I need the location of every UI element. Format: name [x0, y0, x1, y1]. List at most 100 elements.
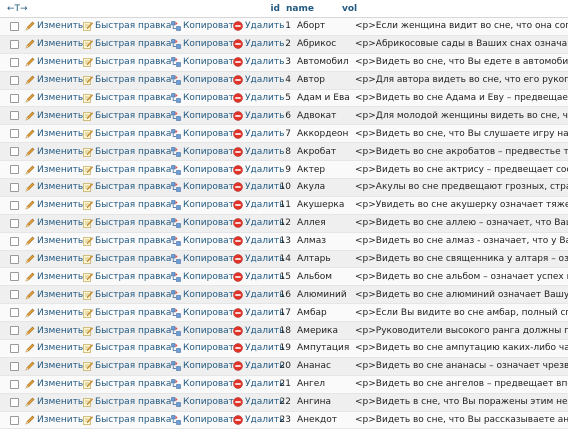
column-header-name[interactable]: name: [284, 4, 336, 14]
row-checkbox[interactable]: [10, 129, 19, 139]
cell-vol[interactable]: <p>Видеть во сне Адама и Еву – предвещае…: [349, 93, 568, 103]
copy-link[interactable]: Копировать: [171, 343, 239, 353]
cell-vol[interactable]: <p>Видеть во сне альбом – означает успех…: [349, 272, 568, 282]
row-checkbox[interactable]: [10, 343, 19, 353]
row-checkbox[interactable]: [10, 397, 19, 407]
delete-link[interactable]: Удалить: [233, 165, 284, 175]
edit-link[interactable]: Изменить: [25, 343, 83, 353]
quick-edit-link[interactable]: Быстрая правка: [83, 236, 171, 246]
delete-link[interactable]: Удалить: [233, 93, 284, 103]
row-checkbox[interactable]: [10, 272, 19, 282]
edit-link[interactable]: Изменить: [25, 147, 83, 157]
quick-edit-link[interactable]: Быстрая правка: [83, 147, 171, 157]
delete-link[interactable]: Удалить: [233, 272, 284, 282]
cell-name[interactable]: Аллея: [295, 218, 349, 228]
cell-vol[interactable]: <p>Видеть во сне акробатов – предвестье …: [349, 147, 568, 157]
edit-link[interactable]: Изменить: [25, 21, 83, 31]
cell-vol[interactable]: <p>Видеть во сне алмаз - означает, что у…: [349, 236, 568, 246]
cell-vol[interactable]: <p>Видеть во сне священника у алтаря – о…: [349, 254, 568, 264]
cell-name[interactable]: Абрикос: [295, 39, 349, 49]
cell-vol[interactable]: <p>Для автора видеть во сне, что его рук…: [349, 75, 568, 85]
quick-edit-link[interactable]: Быстрая правка: [83, 326, 171, 336]
delete-link[interactable]: Удалить: [233, 379, 284, 389]
copy-link[interactable]: Копировать: [171, 236, 239, 246]
cell-name[interactable]: Адам и Ева: [295, 93, 349, 103]
cell-vol[interactable]: <p>Руководители высокого ранга должны по…: [349, 326, 568, 336]
edit-link[interactable]: Изменить: [25, 326, 83, 336]
cell-vol[interactable]: <p>Видеть во сне ананасы – означает чрез…: [349, 361, 568, 371]
cell-name[interactable]: Амбар: [295, 308, 349, 318]
quick-edit-link[interactable]: Быстрая правка: [83, 200, 171, 210]
copy-link[interactable]: Копировать: [171, 379, 239, 389]
quick-edit-link[interactable]: Быстрая правка: [83, 379, 171, 389]
cell-name[interactable]: Адвокат: [295, 111, 349, 121]
delete-link[interactable]: Удалить: [233, 361, 284, 371]
quick-edit-link[interactable]: Быстрая правка: [83, 182, 171, 192]
copy-link[interactable]: Копировать: [171, 290, 239, 300]
cell-name[interactable]: Аборт: [295, 21, 349, 31]
edit-link[interactable]: Изменить: [25, 129, 83, 139]
delete-link[interactable]: Удалить: [233, 415, 284, 425]
delete-link[interactable]: Удалить: [233, 111, 284, 121]
copy-link[interactable]: Копировать: [171, 254, 239, 264]
cell-name[interactable]: Актер: [295, 165, 349, 175]
cell-vol[interactable]: <p>Видеть в сне, что Вы поражены этим не…: [349, 397, 568, 407]
row-checkbox[interactable]: [10, 200, 19, 210]
column-header-vol[interactable]: vol: [336, 4, 568, 14]
cell-name[interactable]: Америка: [295, 326, 349, 336]
delete-link[interactable]: Удалить: [233, 236, 284, 246]
copy-link[interactable]: Копировать: [171, 272, 239, 282]
edit-link[interactable]: Изменить: [25, 218, 83, 228]
edit-link[interactable]: Изменить: [25, 182, 83, 192]
quick-edit-link[interactable]: Быстрая правка: [83, 308, 171, 318]
cell-vol[interactable]: <p>Если женщина видит во сне, что она со…: [349, 21, 568, 31]
row-checkbox[interactable]: [10, 39, 19, 49]
delete-link[interactable]: Удалить: [233, 397, 284, 407]
edit-link[interactable]: Изменить: [25, 361, 83, 371]
copy-link[interactable]: Копировать: [171, 39, 239, 49]
delete-link[interactable]: Удалить: [233, 182, 284, 192]
copy-link[interactable]: Копировать: [171, 57, 239, 67]
cell-vol[interactable]: <p>Видеть во сне актрису – предвещает со…: [349, 165, 568, 175]
column-resize-arrows[interactable]: ←T→: [0, 4, 266, 14]
edit-link[interactable]: Изменить: [25, 57, 83, 67]
delete-link[interactable]: Удалить: [233, 290, 284, 300]
cell-name[interactable]: Алмаз: [295, 236, 349, 246]
row-checkbox[interactable]: [10, 236, 19, 246]
copy-link[interactable]: Копировать: [171, 218, 239, 228]
edit-link[interactable]: Изменить: [25, 236, 83, 246]
edit-link[interactable]: Изменить: [25, 93, 83, 103]
copy-link[interactable]: Копировать: [171, 147, 239, 157]
quick-edit-link[interactable]: Быстрая правка: [83, 397, 171, 407]
row-checkbox[interactable]: [10, 111, 19, 121]
cell-vol[interactable]: <p>Акулы во сне предвещают грозных, стра…: [349, 182, 568, 192]
quick-edit-link[interactable]: Быстрая правка: [83, 129, 171, 139]
cell-name[interactable]: Анекдот: [295, 415, 349, 425]
cell-vol[interactable]: <p>Видеть во сне, что Вы рассказываете а…: [349, 415, 568, 425]
copy-link[interactable]: Копировать: [171, 111, 239, 121]
quick-edit-link[interactable]: Быстрая правка: [83, 111, 171, 121]
delete-link[interactable]: Удалить: [233, 200, 284, 210]
edit-link[interactable]: Изменить: [25, 379, 83, 389]
quick-edit-link[interactable]: Быстрая правка: [83, 254, 171, 264]
edit-link[interactable]: Изменить: [25, 290, 83, 300]
delete-link[interactable]: Удалить: [233, 308, 284, 318]
cell-vol[interactable]: <p>Если Вы видите во сне амбар, полный с…: [349, 308, 568, 318]
cell-vol[interactable]: <p>Видеть во сне, что Вы едете в автомоб…: [349, 57, 568, 67]
row-checkbox[interactable]: [10, 21, 19, 31]
copy-link[interactable]: Копировать: [171, 326, 239, 336]
copy-link[interactable]: Копировать: [171, 129, 239, 139]
row-checkbox[interactable]: [10, 147, 19, 157]
cell-name[interactable]: Акушерка: [295, 200, 349, 210]
edit-link[interactable]: Изменить: [25, 200, 83, 210]
row-checkbox[interactable]: [10, 165, 19, 175]
edit-link[interactable]: Изменить: [25, 75, 83, 85]
row-checkbox[interactable]: [10, 218, 19, 228]
row-checkbox[interactable]: [10, 182, 19, 192]
delete-link[interactable]: Удалить: [233, 57, 284, 67]
row-checkbox[interactable]: [10, 379, 19, 389]
cell-name[interactable]: Акула: [295, 182, 349, 192]
quick-edit-link[interactable]: Быстрая правка: [83, 361, 171, 371]
edit-link[interactable]: Изменить: [25, 308, 83, 318]
quick-edit-link[interactable]: Быстрая правка: [83, 21, 171, 31]
